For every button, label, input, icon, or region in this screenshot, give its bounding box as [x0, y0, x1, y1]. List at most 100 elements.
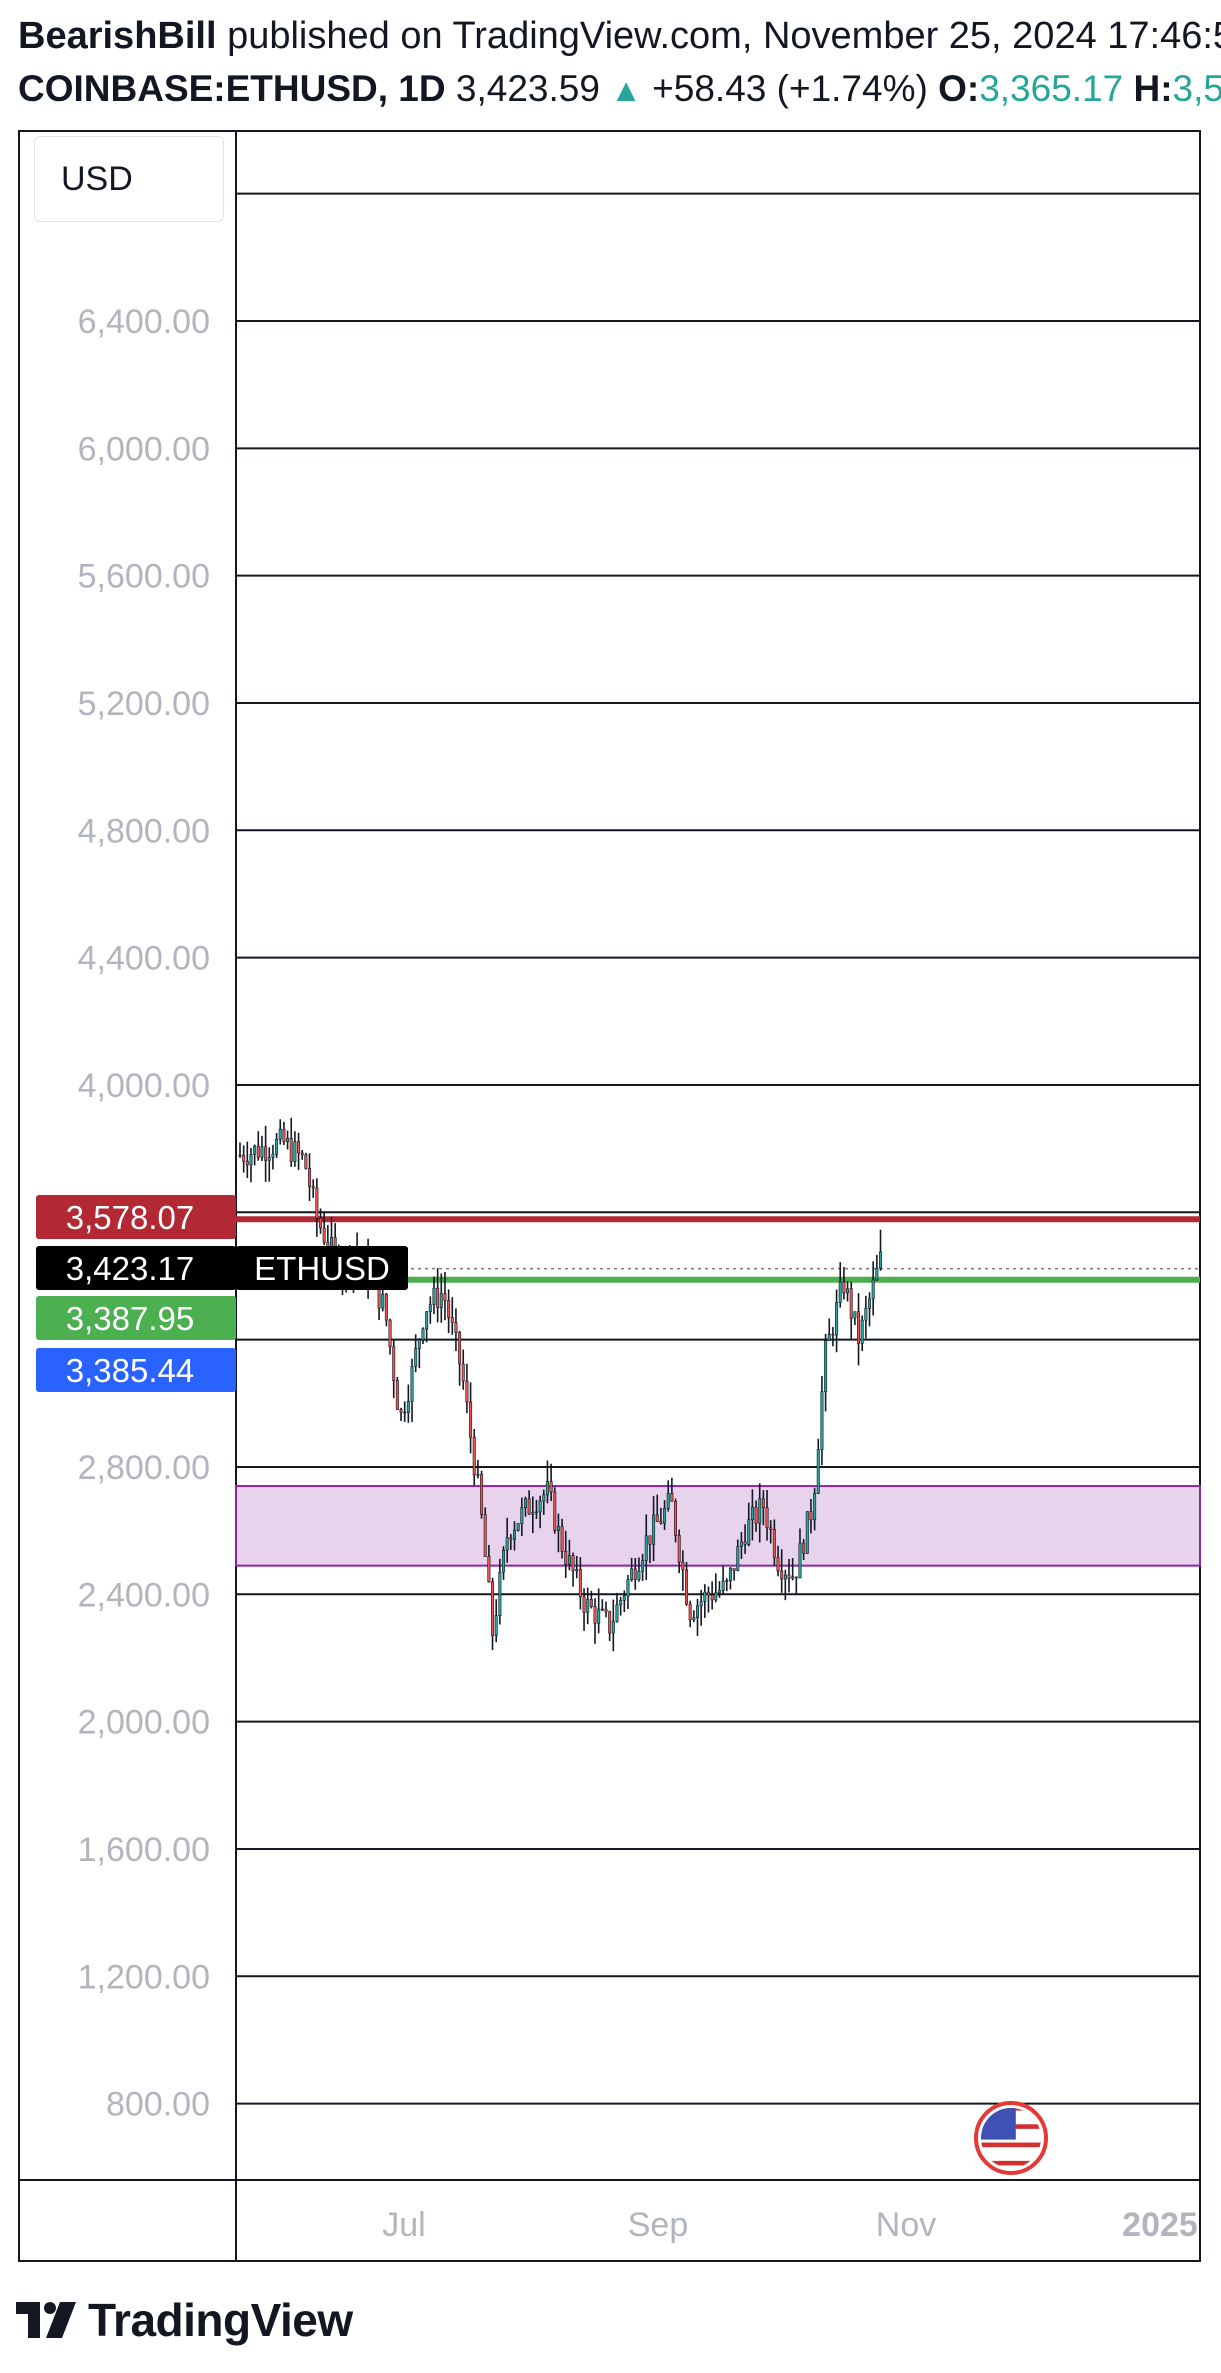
candle[interactable] [615, 1592, 619, 1623]
candle[interactable] [238, 1142, 242, 1158]
candle[interactable] [395, 1376, 399, 1411]
candle[interactable] [286, 1130, 290, 1150]
candle[interactable] [253, 1144, 257, 1166]
candle[interactable] [846, 1281, 850, 1302]
candle[interactable] [447, 1289, 451, 1334]
candle[interactable] [860, 1315, 864, 1352]
candle[interactable] [586, 1587, 590, 1625]
candle[interactable] [494, 1599, 498, 1643]
candle[interactable] [289, 1117, 293, 1167]
candle[interactable] [794, 1576, 798, 1595]
candle[interactable] [827, 1318, 831, 1341]
candle[interactable] [267, 1147, 271, 1182]
candle[interactable] [308, 1153, 312, 1201]
candle[interactable] [472, 1429, 476, 1486]
candle[interactable] [619, 1596, 623, 1616]
candle[interactable] [410, 1358, 414, 1423]
us-flag-icon[interactable] [974, 2101, 1048, 2175]
tradingview-logo[interactable]: TradingView [16, 2290, 353, 2350]
support-zone[interactable] [235, 1485, 1201, 1567]
candle[interactable] [864, 1295, 868, 1339]
candle[interactable] [260, 1135, 264, 1162]
candle[interactable] [436, 1268, 440, 1323]
candle[interactable] [820, 1376, 824, 1466]
candle[interactable] [264, 1125, 268, 1182]
candle[interactable] [857, 1293, 861, 1366]
candle[interactable] [275, 1133, 279, 1158]
candle[interactable] [311, 1179, 315, 1198]
candle[interactable] [278, 1119, 282, 1145]
candle[interactable] [728, 1566, 732, 1590]
candle[interactable] [399, 1407, 403, 1422]
candle[interactable] [458, 1330, 462, 1386]
candle[interactable] [242, 1145, 246, 1173]
candle[interactable] [297, 1132, 301, 1170]
candle[interactable] [714, 1573, 718, 1603]
candle[interactable] [392, 1340, 396, 1399]
candle[interactable] [553, 1487, 557, 1534]
candle[interactable] [483, 1507, 487, 1557]
candle[interactable] [849, 1281, 853, 1339]
candle[interactable] [469, 1382, 473, 1454]
candle[interactable] [256, 1131, 260, 1161]
candle[interactable] [461, 1349, 465, 1390]
candle[interactable] [725, 1578, 729, 1592]
candle[interactable] [476, 1459, 480, 1479]
candle[interactable] [604, 1601, 608, 1618]
candle[interactable] [428, 1296, 432, 1324]
candle[interactable] [868, 1292, 872, 1327]
candle[interactable] [516, 1523, 520, 1532]
candle[interactable] [282, 1121, 286, 1146]
candle[interactable] [315, 1178, 319, 1237]
candle[interactable] [425, 1311, 429, 1343]
candle[interactable] [695, 1598, 699, 1636]
price-tick-label: 2,800.00 [78, 1449, 210, 1487]
candle[interactable] [450, 1297, 454, 1335]
candle[interactable] [710, 1581, 714, 1610]
candle[interactable] [304, 1152, 308, 1170]
candle[interactable] [626, 1574, 630, 1610]
candle[interactable] [571, 1552, 575, 1587]
candle[interactable] [300, 1149, 304, 1160]
candle[interactable] [465, 1363, 469, 1414]
price-chart[interactable]: 6,400.00 6,000.00 5,600.00 5,200.00 4,800.00… [0, 0, 1221, 2373]
candle[interactable] [853, 1311, 857, 1326]
candle[interactable] [685, 1562, 689, 1606]
candle[interactable] [249, 1147, 253, 1183]
candle[interactable] [688, 1600, 692, 1628]
candle[interactable] [732, 1568, 736, 1581]
candle[interactable] [271, 1144, 275, 1170]
candle[interactable] [721, 1565, 725, 1595]
candle[interactable] [608, 1610, 612, 1641]
candle[interactable] [816, 1438, 820, 1495]
candle[interactable] [666, 1480, 670, 1512]
candle[interactable] [491, 1577, 495, 1651]
candle[interactable] [878, 1229, 882, 1271]
candle[interactable] [783, 1569, 787, 1601]
candle[interactable] [421, 1327, 425, 1344]
candle[interactable] [417, 1338, 421, 1369]
candle[interactable] [293, 1131, 297, 1167]
candle[interactable] [480, 1470, 484, 1519]
candle[interactable] [245, 1141, 249, 1179]
candle[interactable] [600, 1599, 604, 1612]
candle[interactable] [703, 1584, 707, 1618]
candle[interactable] [388, 1318, 392, 1355]
candle[interactable] [706, 1586, 710, 1613]
candle[interactable] [692, 1610, 696, 1623]
candle[interactable] [835, 1289, 839, 1353]
candle[interactable] [831, 1326, 835, 1347]
candle[interactable] [406, 1384, 410, 1423]
candle[interactable] [805, 1511, 809, 1555]
candle[interactable] [384, 1293, 388, 1327]
candle[interactable] [611, 1599, 615, 1652]
candle[interactable] [454, 1308, 458, 1352]
candle[interactable] [842, 1267, 846, 1300]
candle[interactable] [502, 1546, 506, 1580]
candle[interactable] [498, 1558, 502, 1625]
candle[interactable] [824, 1333, 828, 1412]
currency-button[interactable]: USD [34, 136, 224, 222]
candle[interactable] [871, 1261, 875, 1316]
candle[interactable] [403, 1401, 407, 1422]
candle[interactable] [593, 1598, 597, 1644]
